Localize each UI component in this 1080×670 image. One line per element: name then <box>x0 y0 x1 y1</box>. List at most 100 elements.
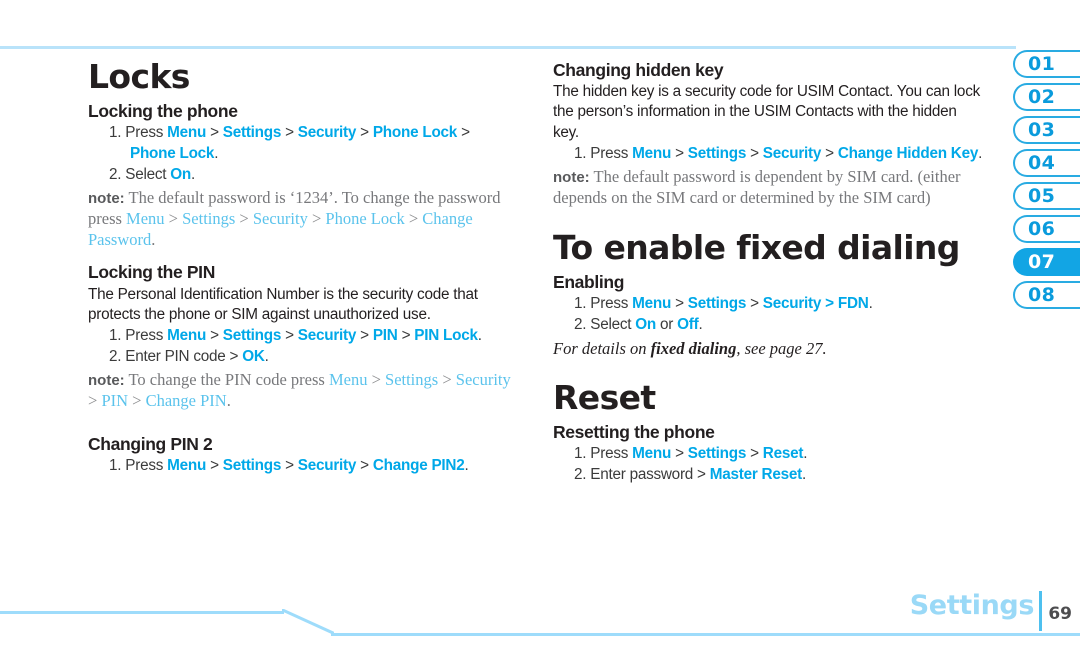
path-separator: > <box>285 327 294 345</box>
key-fdn: FDN <box>837 294 869 312</box>
key-security: Security <box>297 123 357 141</box>
step-number: 2. <box>574 466 587 484</box>
step-number: 2. <box>109 348 122 366</box>
step-text: Enter PIN code <box>125 348 226 366</box>
step-verb: Press <box>590 145 629 163</box>
key-phone-lock: Phone Lock <box>372 123 458 141</box>
path-separator: > <box>442 370 452 390</box>
note-label: note: <box>88 189 125 207</box>
path-separator: > <box>675 294 684 312</box>
key-security: Security <box>297 457 357 475</box>
chapter-tab-07[interactable]: 07 <box>1013 248 1080 276</box>
key-settings: Settings <box>687 445 747 463</box>
step-verb: Select <box>125 165 167 183</box>
key-menu: Menu <box>632 145 672 163</box>
key-pin-lock: PIN Lock <box>414 327 478 345</box>
step-verb: Press <box>125 457 164 475</box>
steps-changing-pin-2: 1. Press Menu > Settings > Security > Ch… <box>88 456 518 477</box>
step-number: 2. <box>109 165 122 183</box>
path-separator: > <box>371 370 381 390</box>
chapter-tab-01[interactable]: 01 <box>1013 50 1080 78</box>
section-heading-changing-pin-2: Changing PIN 2 <box>88 434 213 455</box>
paragraph-locking-the-pin: The Personal Identification Number is th… <box>88 285 478 323</box>
chapter-tab-08[interactable]: 08 <box>1013 281 1080 309</box>
path-separator: > <box>229 348 239 366</box>
chapter-tab-03[interactable]: 03 <box>1013 116 1080 144</box>
page-title-locks: Locks <box>88 57 190 96</box>
step-number: 1. <box>574 294 587 312</box>
section-heading-locking-the-pin: Locking the PIN <box>88 262 215 283</box>
path-separator: > <box>210 457 219 475</box>
note-changing-hidden-key: note: The default password is dependent … <box>553 167 983 209</box>
key-phone-lock: Phone Lock <box>325 208 405 228</box>
key-settings: Settings <box>687 145 747 163</box>
step-item: 1. Press Menu > Settings > Reset. <box>574 444 983 465</box>
section-heading-changing-hidden-key: Changing hidden key <box>553 60 724 80</box>
key-menu: Menu <box>632 294 672 312</box>
chapter-tab-04[interactable]: 04 <box>1013 149 1080 177</box>
path-separator: > <box>360 457 369 475</box>
step-verb: Press <box>590 294 629 312</box>
step-text: Enter password <box>590 466 694 484</box>
path-separator: > <box>750 294 759 312</box>
key-pin: PIN <box>101 391 129 411</box>
path-separator: > <box>750 445 759 463</box>
footer-divider <box>1039 591 1042 631</box>
footer-rule-right <box>331 633 1080 636</box>
xref-prefix: For details on <box>553 338 651 358</box>
right-column: Changing hidden key The hidden key is a … <box>553 46 983 486</box>
steps-changing-hidden-key: 1. Press Menu > Settings > Security > Ch… <box>553 144 983 165</box>
path-separator: > <box>675 445 684 463</box>
path-separator: > <box>360 123 369 141</box>
step-number: 1. <box>109 327 122 345</box>
path-separator: > <box>825 294 834 312</box>
path-separator: > <box>675 145 684 163</box>
key-pin: PIN <box>372 327 398 345</box>
key-menu: Menu <box>632 445 672 463</box>
note-locking-the-pin: note: To change the PIN code press Menu … <box>88 370 518 412</box>
footer-rule-diagonal <box>282 609 334 637</box>
step-period: . <box>477 327 482 345</box>
left-column: Locks Locking the phone 1. Press Menu > … <box>88 46 518 477</box>
note-locking-the-phone: note: The default password is ‘1234’. To… <box>88 188 518 251</box>
key-settings: Settings <box>222 327 282 345</box>
key-security: Security <box>252 208 308 228</box>
path-separator: > <box>88 391 98 411</box>
step-period: . <box>801 466 806 484</box>
path-separator: > <box>401 327 411 345</box>
path-separator: > <box>697 466 706 484</box>
step-number: 1. <box>109 123 122 141</box>
key-settings: Settings <box>182 208 236 228</box>
step-period: . <box>803 445 808 463</box>
step-number: 1. <box>109 457 122 475</box>
key-security: Security <box>762 294 822 312</box>
path-separator: > <box>285 457 294 475</box>
steps-locking-the-pin: 1. Press Menu > Settings > Security > PI… <box>88 326 518 368</box>
step-period: . <box>264 348 269 366</box>
section-heading-enabling: Enabling <box>553 271 625 292</box>
note-text: To change the PIN code press <box>128 370 325 390</box>
note-text: The default password is dependent by SIM… <box>553 167 961 208</box>
step-verb: Select <box>590 315 632 333</box>
footer-chapter-label: Settings <box>909 590 1035 621</box>
note-label: note: <box>553 169 590 187</box>
key-settings: Settings <box>222 457 282 475</box>
page-title-reset: Reset <box>553 378 656 418</box>
path-separator: > <box>311 208 322 228</box>
footer-rule-left <box>0 611 284 614</box>
step-number: 2. <box>574 315 587 333</box>
chapter-tab-05[interactable]: 05 <box>1013 182 1080 210</box>
key-security: Security <box>455 370 511 390</box>
step-verb: Press <box>590 445 629 463</box>
chapter-tab-06[interactable]: 06 <box>1013 215 1080 243</box>
section-heading-resetting-the-phone: Resetting the phone <box>553 421 715 442</box>
steps-enabling: 1. Press Menu > Settings > Security > FD… <box>553 294 983 336</box>
key-reset: Reset <box>762 445 804 463</box>
xref-topic: fixed dialing <box>650 338 737 358</box>
footer-page-number: 69 <box>1048 604 1072 624</box>
key-change-pin2: Change PIN2 <box>372 457 465 475</box>
chapter-tab-02[interactable]: 02 <box>1013 83 1080 111</box>
key-on: On <box>635 315 657 333</box>
key-change-pin: Change PIN <box>145 391 227 411</box>
chapter-tab-strip[interactable]: 01 02 03 04 05 06 07 08 <box>1013 50 1080 314</box>
